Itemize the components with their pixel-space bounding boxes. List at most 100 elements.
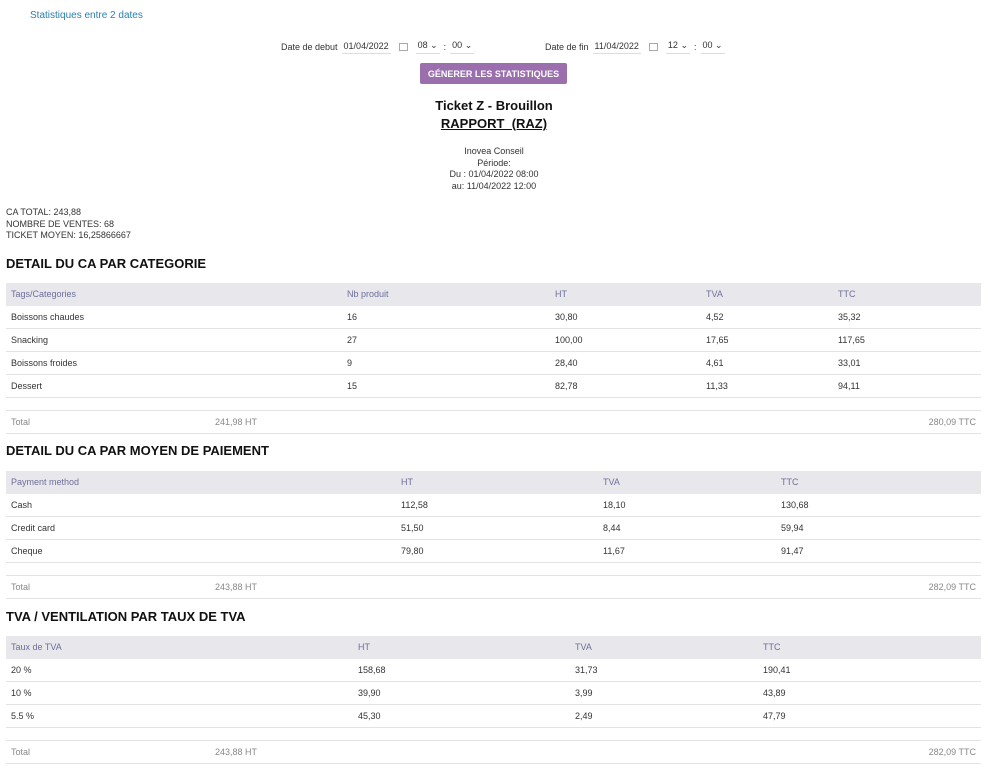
cell: 82,78 (555, 381, 578, 391)
period-label: Période: (477, 157, 511, 168)
table-row: Credit card 51,50 8,44 59,94 (6, 517, 981, 540)
payment-section-title: DETAIL DU CA PAR MOYEN DE PAIEMENT (6, 443, 269, 458)
cell: 11,67 (603, 546, 625, 556)
total-cell: Total (11, 582, 31, 592)
start-hour-value: 08 (417, 40, 428, 50)
tva-table: Taux de TVA HT TVA TTC 20 % 158,68 31,73 190,41… (6, 636, 981, 764)
cell: 8,44 (603, 523, 621, 533)
cell: 190,41 (763, 665, 791, 675)
cell: Dessert (11, 381, 43, 391)
report-info: Inovea Conseil Période: Du : 01/04/2022 … (0, 146, 988, 192)
cell: Nb produit (347, 289, 389, 299)
table-header: Taux de TVA HT TVA TTC (6, 636, 981, 659)
total-cell: 280,09 TTC (928, 417, 976, 427)
cell: 45,30 (358, 711, 381, 721)
cell: Cash (11, 500, 33, 510)
total-cell: Total (11, 417, 31, 427)
cell: 35,32 (838, 312, 861, 322)
cell: Tags/Categories (11, 289, 77, 299)
summary: CA TOTAL: 243,88 NOMBRE DE VENTES: 68 TI… (6, 207, 131, 242)
cell: TTC (838, 289, 856, 299)
cell: 100,00 (555, 335, 583, 345)
cell: 94,11 (838, 381, 860, 391)
total-row: Total 243,88 HT 282,09 TTC (6, 575, 981, 599)
table-row: 5.5 % 45,30 2,49 47,79 (6, 705, 981, 728)
stats-between-dates-link[interactable]: Statistiques entre 2 dates (30, 10, 143, 21)
cell: 112,58 (401, 500, 428, 510)
cell: 130,68 (781, 500, 809, 510)
cell: HT (358, 642, 370, 652)
table-row: 20 % 158,68 31,73 190,41 (6, 659, 981, 682)
table-row: Dessert 15 82,78 11,33 94,11 (6, 375, 981, 398)
cell: Boissons froides (11, 358, 78, 368)
end-minute-select[interactable]: 00 ⌄ (700, 40, 725, 54)
cell: TTC (763, 642, 781, 652)
total-cell: 243,88 HT (215, 747, 258, 757)
cell: 39,90 (358, 688, 381, 698)
end-date-label: Date de fin (545, 42, 589, 52)
cell: Cheque (11, 546, 43, 556)
tva-section-title: TVA / VENTILATION PAR TAUX DE TVA (6, 609, 246, 624)
average-ticket: TICKET MOYEN: 16,25866667 (6, 230, 131, 240)
table-header: Payment method HT TVA TTC (6, 471, 981, 494)
cell: 17,65 (706, 335, 729, 345)
cell: 91,47 (781, 546, 804, 556)
total-cell: 282,09 TTC (928, 747, 976, 757)
table-header: Tags/Categories Nb produit HT TVA TTC (6, 283, 981, 306)
cell: 79,80 (401, 546, 424, 556)
cell: 5.5 % (11, 711, 35, 721)
start-date-group: Date de debut 01/04/2022 08 ⌄: 00 ⌄ (281, 40, 475, 54)
cell: 15 (347, 381, 358, 391)
cell: TTC (781, 477, 799, 487)
cell: HT (401, 477, 413, 487)
end-minute-value: 00 (702, 40, 713, 50)
cell: 18,10 (603, 500, 626, 510)
report-subtitle: RAPPORT (RAZ) (440, 116, 548, 131)
cell: 158,68 (358, 665, 386, 675)
cell: 16 (347, 312, 358, 322)
calendar-icon[interactable] (398, 43, 408, 51)
total-cell: 243,88 HT (215, 582, 258, 592)
cell: 30,80 (555, 312, 578, 322)
cell: 31,73 (575, 665, 598, 675)
table-row: Cheque 79,80 11,67 91,47 (6, 540, 981, 563)
end-hour-select[interactable]: 12 ⌄ (665, 40, 690, 54)
cell: 3,99 (575, 688, 593, 698)
cell: TVA (706, 289, 723, 299)
calendar-icon[interactable] (648, 43, 658, 51)
cell: 117,65 (838, 335, 865, 345)
start-minute-select[interactable]: 00 ⌄ (450, 40, 475, 54)
start-hour-select[interactable]: 08 ⌄ (415, 40, 440, 54)
cell: 11,33 (706, 381, 728, 391)
total-cell: 282,09 TTC (928, 582, 976, 592)
ca-total: CA TOTAL: 243,88 (6, 207, 82, 217)
cell: 4,52 (706, 312, 724, 322)
cell: TVA (603, 477, 620, 487)
start-minute-value: 00 (452, 40, 463, 50)
cell: 27 (347, 335, 358, 345)
cell: 20 % (11, 665, 32, 675)
cell: 51,50 (401, 523, 424, 533)
cell: Payment method (11, 477, 80, 487)
cell: 33,01 (838, 358, 861, 368)
table-row: Cash 112,58 18,10 130,68 (6, 494, 981, 517)
cell: 28,40 (555, 358, 578, 368)
table-row: 10 % 39,90 3,99 43,89 (6, 682, 981, 705)
cell: 47,79 (763, 711, 786, 721)
cell: 9 (347, 358, 353, 368)
table-row: Snacking 27 100,00 17,65 117,65 (6, 329, 981, 352)
company-name: Inovea Conseil (464, 146, 524, 156)
start-date-label: Date de debut (281, 42, 338, 52)
category-section-title: DETAIL DU CA PAR CATEGORIE (6, 256, 207, 271)
generate-stats-button[interactable]: GÉNERER LES STATISTIQUES (420, 63, 567, 84)
cell: 59,94 (781, 523, 804, 533)
end-date-group: Date de fin 11/04/2022 12 ⌄: 00 ⌄ (545, 40, 725, 54)
cell: Taux de TVA (11, 642, 62, 652)
end-date-input[interactable]: 11/04/2022 (592, 41, 641, 54)
category-table: Tags/Categories Nb produit HT TVA TTC Boisson… (6, 283, 981, 434)
report-title: Ticket Z - Brouillon (435, 98, 553, 113)
total-row: Total 243,88 HT 282,09 TTC (6, 740, 981, 764)
start-date-input[interactable]: 01/04/2022 (341, 41, 391, 54)
cell: Boissons chaudes (11, 312, 85, 322)
cell: 43,89 (763, 688, 786, 698)
